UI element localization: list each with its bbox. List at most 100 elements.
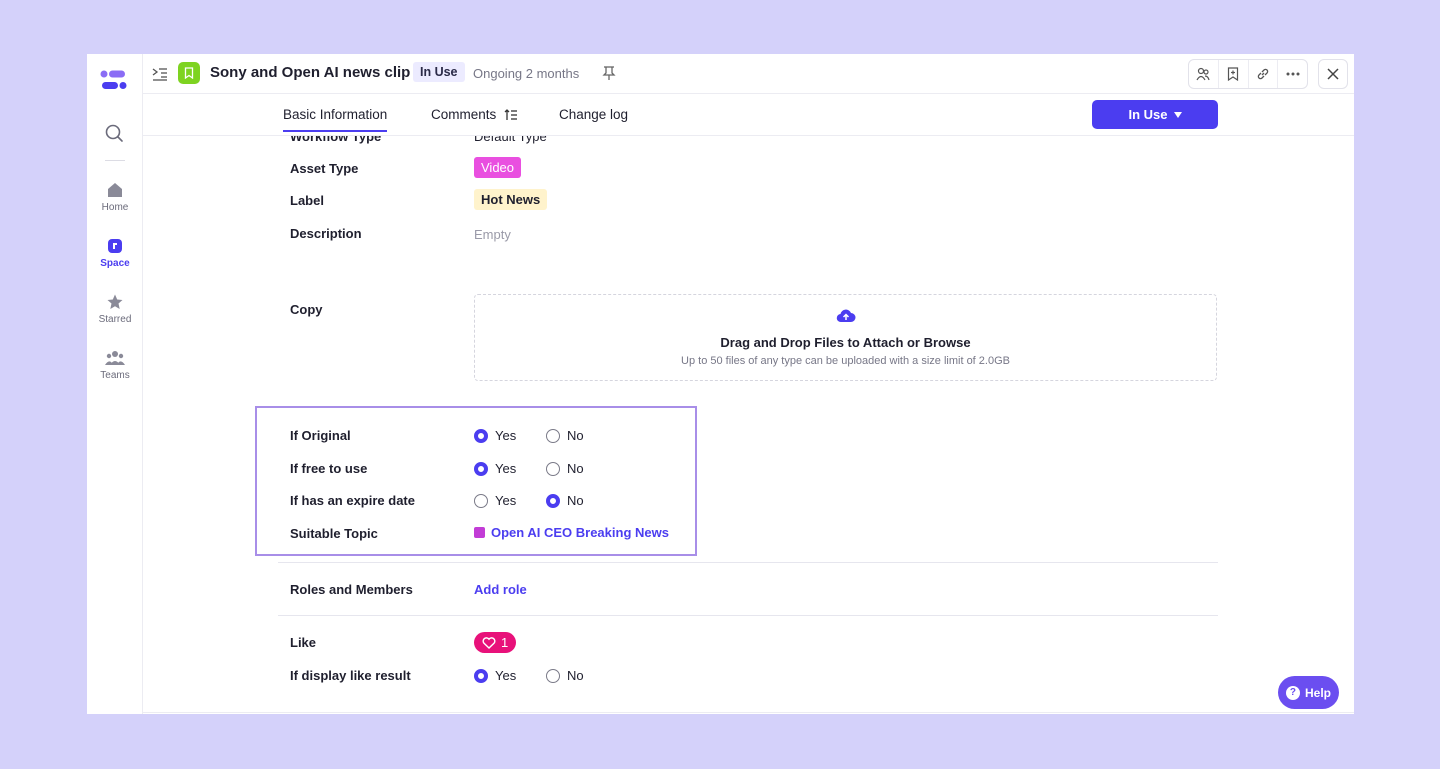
close-icon [1327,68,1339,80]
link-icon [1257,68,1269,80]
display-like-yes-radio[interactable]: Yes [474,668,516,683]
topic-color-icon [474,527,485,538]
help-icon: ? [1285,685,1300,700]
tab-change-log[interactable]: Change log [559,107,628,122]
sidebar-toggle-icon[interactable] [152,66,168,82]
field-label-if-original: If Original [290,428,351,443]
label-tag[interactable]: Hot News [474,189,548,210]
field-label-roles: Roles and Members [290,582,413,597]
free-no-radio[interactable]: No [546,461,584,476]
close-button[interactable] [1318,59,1348,89]
sort-icon[interactable] [504,108,518,121]
field-label-asset-type: Asset Type [290,161,359,176]
field-label-free-to-use: If free to use [290,461,368,476]
expire-no-radio[interactable]: No [546,493,584,508]
radio-selected-icon [474,428,488,443]
help-label: Help [1304,685,1331,700]
more-icon [1286,72,1300,76]
asset-type-tag[interactable]: Video [474,157,522,178]
left-nav: Home Space Starred Teams [87,54,143,714]
file-upload-dropzone[interactable]: Drag and Drop Files to Attach or Browse … [474,294,1217,381]
upload-cloud-icon [836,309,856,323]
tab-bar: Basic Information Comments Change log In… [143,95,1354,136]
like-button[interactable]: 1 [474,632,517,653]
radio-label: No [567,428,584,443]
free-yes-radio[interactable]: Yes [474,461,516,476]
field-value-workflow[interactable]: Default Type [474,136,547,144]
pin-icon[interactable] [602,65,616,81]
field-label-label: Label [290,193,324,208]
nav-item-space[interactable]: Space [87,237,143,269]
field-label-like: Like [290,635,317,650]
radio-label: Yes [495,668,517,683]
members-button[interactable] [1189,60,1219,88]
field-label-expire-date: If has an expire date [290,493,415,508]
more-button[interactable] [1278,60,1307,88]
radio-unselected-icon [474,493,488,508]
basic-info-panel: Workflow Type Default Type Asset Type Vi… [143,136,1354,714]
field-label-suitable-topic: Suitable Topic [290,526,378,541]
status-badge[interactable]: In Use [413,62,465,82]
footer-divider [143,712,1354,713]
tab-comments-label: Comments [431,107,497,122]
home-icon [108,183,122,197]
search-icon[interactable] [104,123,124,143]
nav-item-starred[interactable]: Starred [87,293,143,325]
radio-label: Yes [495,493,517,508]
app-logo-icon[interactable] [99,68,129,92]
star-icon [107,294,123,309]
radio-label: No [567,668,584,683]
copy-link-button[interactable] [1249,60,1279,88]
nav-divider [105,160,125,161]
description-field[interactable]: Empty [474,227,511,242]
bookmark-button[interactable] [1219,60,1249,88]
topic-label: Open AI CEO Breaking News [491,525,669,540]
field-label-copy: Copy [290,302,323,317]
status-dropdown-label: In Use [1128,107,1168,122]
tab-basic-information[interactable]: Basic Information [283,107,388,132]
suitable-topic-link[interactable]: Open AI CEO Breaking News [474,525,669,540]
duration-text: Ongoing 2 months [473,66,580,81]
field-label-display-like: If display like result [290,668,411,683]
task-title: Sony and Open AI news clip [210,64,411,81]
header-action-group [1188,59,1308,89]
radio-selected-icon [474,461,488,476]
field-label-workflow: Workflow Type [290,136,382,144]
teams-icon [105,351,125,365]
bookmark-add-icon [1228,67,1239,81]
help-button[interactable]: ? Help [1278,676,1339,709]
nav-label-space: Space [100,258,130,269]
radio-label: No [567,461,584,476]
radio-selected-icon [474,668,488,683]
add-role-link[interactable]: Add role [474,582,527,597]
expire-yes-radio[interactable]: Yes [474,493,516,508]
tab-comments[interactable]: Comments [431,107,518,122]
radio-label: Yes [495,428,517,443]
nav-item-teams[interactable]: Teams [87,349,143,381]
section-divider [278,615,1218,616]
nav-item-home[interactable]: Home [87,181,143,213]
field-label-description: Description [290,226,362,241]
space-icon [108,239,122,253]
like-count: 1 [501,635,509,650]
caret-down-icon [1173,111,1182,118]
upload-subtitle: Up to 50 files of any type can be upload… [681,355,1010,367]
task-header: Sony and Open AI news clip In Use Ongoin… [143,54,1354,94]
radio-label: Yes [495,461,517,476]
radio-unselected-icon [546,461,560,476]
section-divider [278,562,1218,563]
radio-unselected-icon [546,428,560,443]
task-type-badge [178,62,200,84]
display-like-no-radio[interactable]: No [546,668,584,683]
upload-title: Drag and Drop Files to Attach or Browse [720,335,971,350]
bookmark-icon [184,67,194,79]
radio-unselected-icon [546,668,560,683]
radio-selected-icon [546,493,560,508]
original-no-radio[interactable]: No [546,428,584,443]
original-yes-radio[interactable]: Yes [474,428,516,443]
nav-label-home: Home [101,202,129,213]
heart-icon [482,636,496,649]
status-dropdown-button[interactable]: In Use [1092,100,1218,129]
app-window: Home Space Starred Teams Sony and Open A… [87,54,1354,714]
nav-label-teams: Teams [100,370,130,381]
